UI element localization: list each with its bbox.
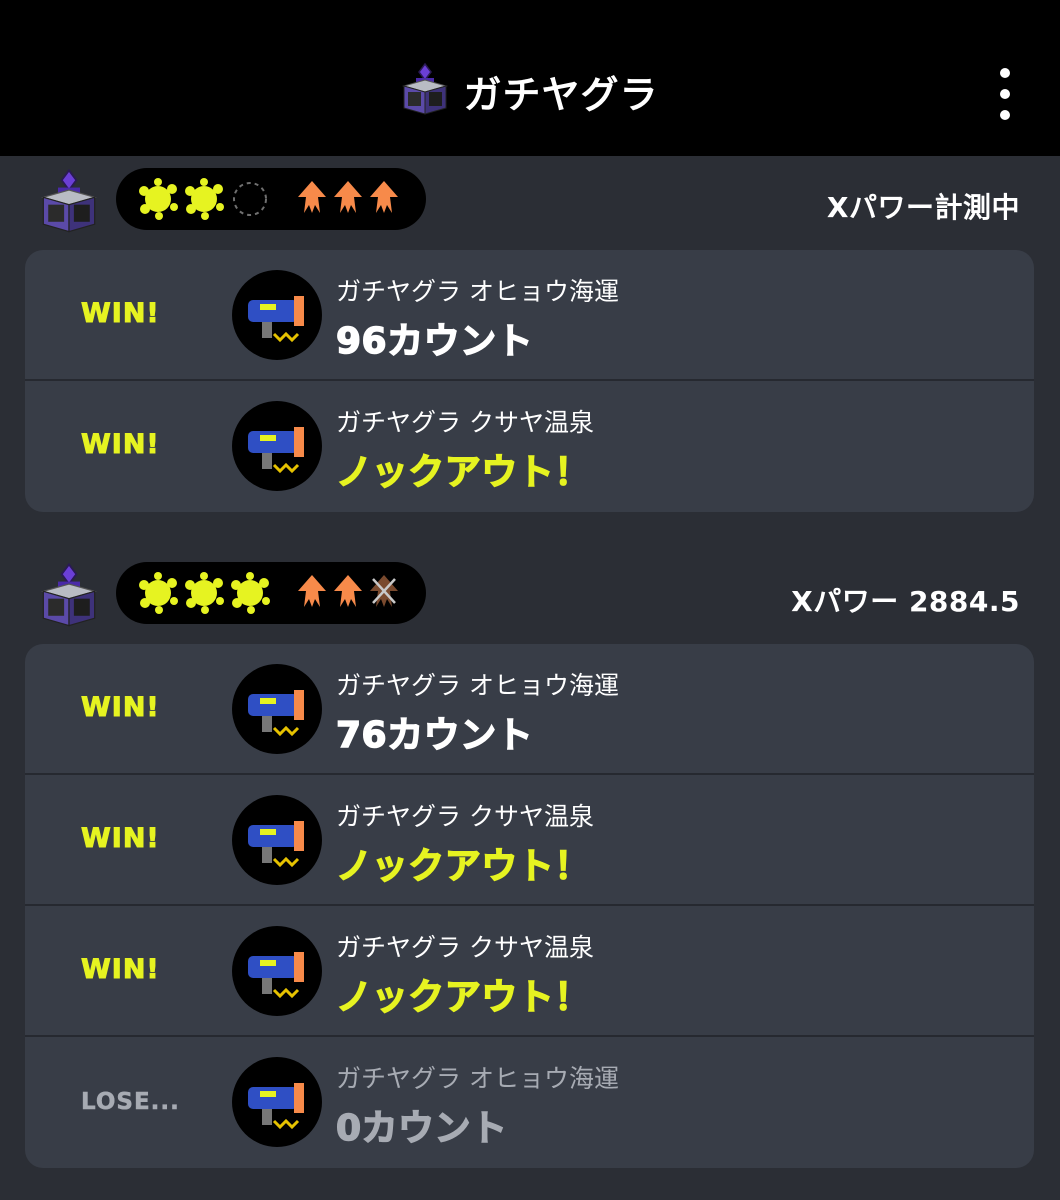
lives-group	[296, 179, 400, 219]
score-label: ノックアウト！	[335, 451, 591, 494]
result-label: LOSE...	[81, 1089, 180, 1116]
match-row[interactable]: LOSE... ガチヤグラ オヒョウ海運 0カウント	[25, 1037, 1034, 1168]
tower-icon	[38, 562, 100, 632]
empty-win-slot-icon	[228, 177, 272, 221]
match-card: WIN! ガチヤグラ オヒョウ海運 76カウント WIN! ガチヤグラ クサヤ温…	[25, 644, 1034, 1168]
weapon-icon	[232, 1057, 322, 1147]
tower-icon	[401, 62, 449, 120]
app-header: ガチヤグラ	[0, 0, 1060, 156]
squid-life-icon	[332, 573, 364, 613]
stage-label: ガチヤグラ オヒョウ海運	[336, 277, 619, 306]
stage-label: ガチヤグラ クサヤ温泉	[336, 802, 594, 831]
stage-label: ガチヤグラ オヒョウ海運	[336, 1064, 619, 1093]
match-row[interactable]: WIN! ガチヤグラ クサヤ温泉 ノックアウト！	[25, 775, 1034, 906]
tower-icon	[38, 168, 100, 238]
header-title-group: ガチヤグラ	[0, 62, 1060, 120]
page-title: ガチヤグラ	[463, 72, 659, 117]
match-row[interactable]: WIN! ガチヤグラ オヒョウ海運 96カウント	[25, 250, 1034, 381]
xpower-label: Xパワー計測中	[826, 191, 1020, 224]
result-label: WIN!	[81, 692, 160, 724]
weapon-icon	[232, 270, 322, 360]
weapon-icon	[232, 401, 322, 491]
result-label: WIN!	[81, 823, 160, 855]
set-header: Xパワー計測中	[0, 168, 1060, 238]
match-row[interactable]: WIN! ガチヤグラ クサヤ温泉 ノックアウト！	[25, 906, 1034, 1037]
win-splat-icon	[228, 571, 272, 615]
score-label: 96カウント	[335, 320, 534, 363]
win-splat-icon	[136, 177, 180, 221]
set-header: Xパワー 2884.5	[0, 562, 1060, 632]
win-splat-icon	[182, 571, 226, 615]
set-progress-pill	[116, 562, 426, 624]
score-label: ノックアウト！	[335, 976, 591, 1019]
more-vert-icon[interactable]	[990, 68, 1020, 120]
weapon-icon	[232, 926, 322, 1016]
result-label: WIN!	[81, 429, 160, 461]
set-progress-pill	[116, 168, 426, 230]
match-card: WIN! ガチヤグラ オヒョウ海運 96カウント WIN! ガチヤグラ クサヤ温…	[25, 250, 1034, 512]
stage-label: ガチヤグラ オヒョウ海運	[336, 671, 619, 700]
lives-group	[296, 573, 400, 613]
win-splat-icon	[182, 177, 226, 221]
score-label: 0カウント	[335, 1107, 508, 1150]
squid-life-icon	[368, 179, 400, 219]
squid-life-icon	[332, 179, 364, 219]
result-label: WIN!	[81, 954, 160, 986]
xpower-label: Xパワー 2884.5	[791, 585, 1020, 618]
score-label: 76カウント	[335, 714, 534, 757]
win-splat-icon	[136, 571, 180, 615]
stage-label: ガチヤグラ クサヤ温泉	[336, 933, 594, 962]
score-label: ノックアウト！	[335, 845, 591, 888]
match-row[interactable]: WIN! ガチヤグラ クサヤ温泉 ノックアウト！	[25, 381, 1034, 512]
squid-life-icon	[296, 179, 328, 219]
squid-lost-icon	[368, 573, 400, 613]
result-label: WIN!	[81, 298, 160, 330]
stage-label: ガチヤグラ クサヤ温泉	[336, 408, 594, 437]
squid-life-icon	[296, 573, 328, 613]
weapon-icon	[232, 795, 322, 885]
match-row[interactable]: WIN! ガチヤグラ オヒョウ海運 76カウント	[25, 644, 1034, 775]
weapon-icon	[232, 664, 322, 754]
